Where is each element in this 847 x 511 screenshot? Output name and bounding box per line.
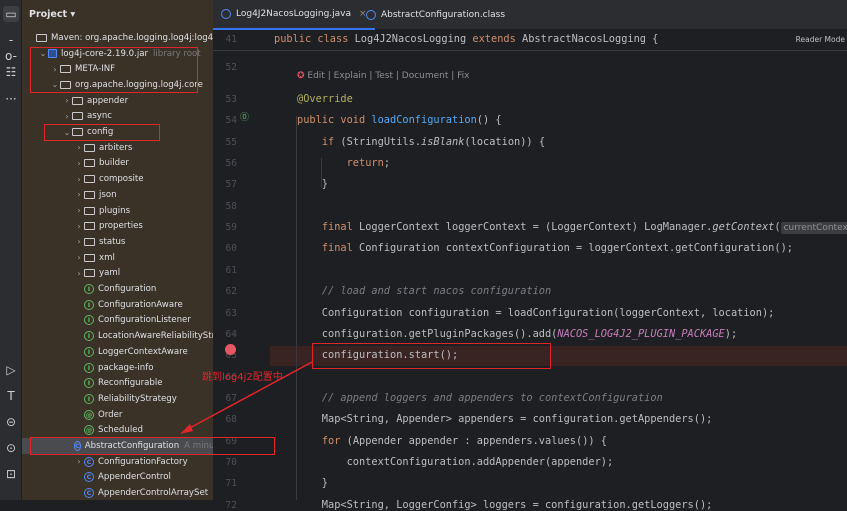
line-number: 72 [225, 499, 237, 511]
code-token: Map<String, LoggerConfig> loggers = conf… [297, 498, 713, 511]
code-line[interactable]: Map<String, LoggerConfig> loggers = conf… [297, 498, 713, 511]
annotation-arrow [180, 361, 313, 434]
